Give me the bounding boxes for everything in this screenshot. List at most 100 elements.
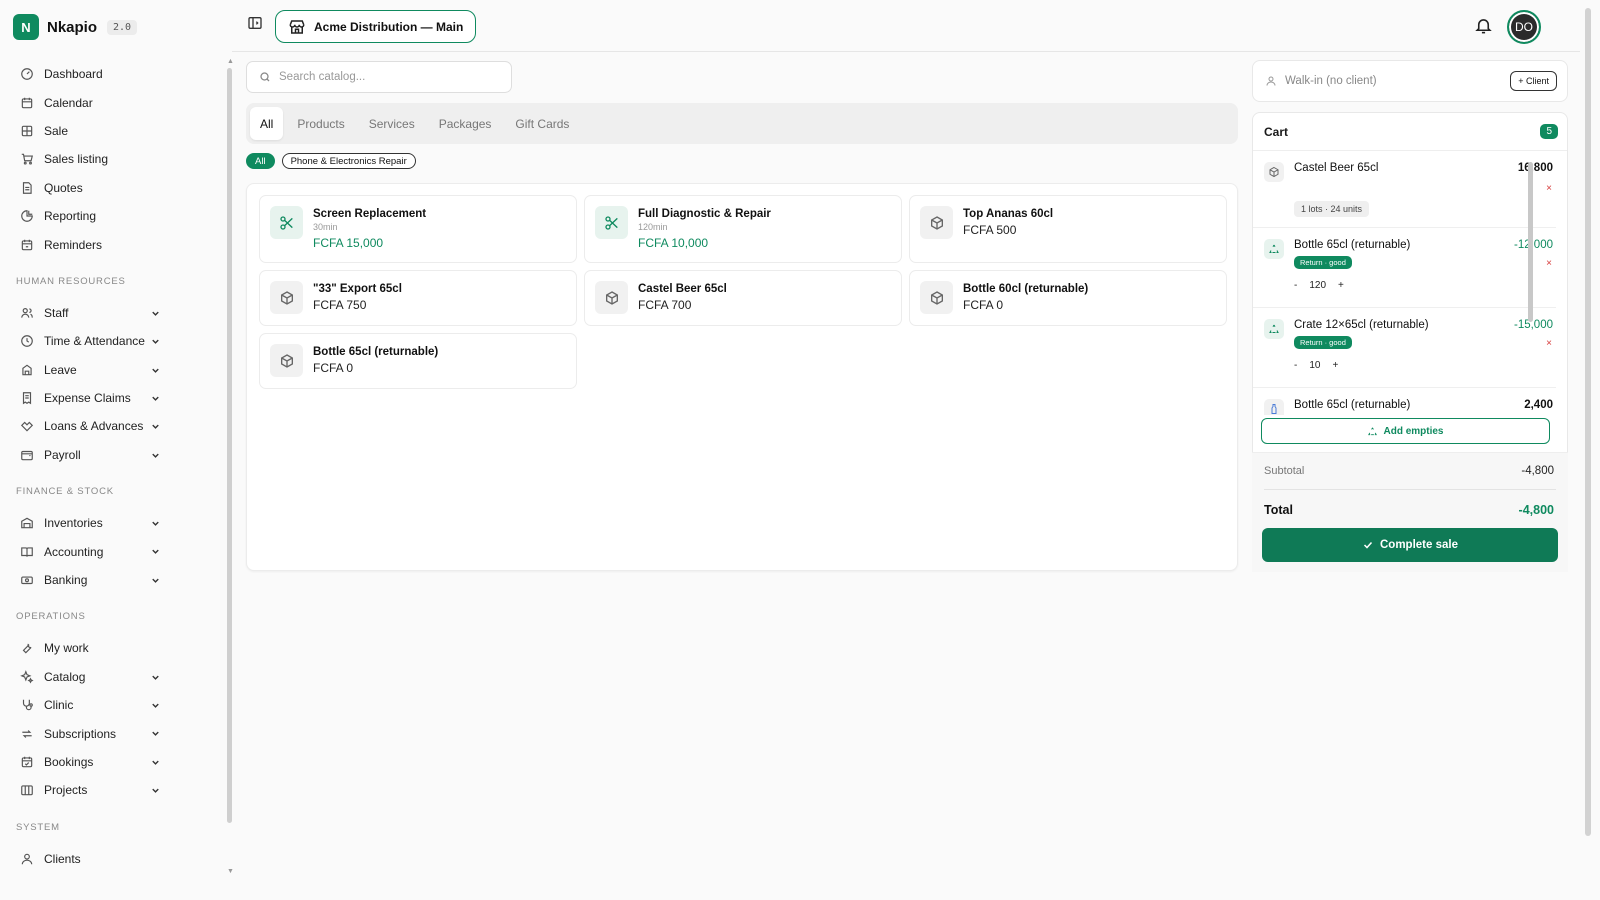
sidebar-item-label: Sales listing [44, 152, 109, 167]
tab-all[interactable]: All [250, 107, 284, 140]
sidebar-item-label: Staff [44, 305, 69, 320]
chevron-down-icon[interactable] [150, 757, 161, 768]
sidebar-item-calendar[interactable]: Calendar [0, 88, 230, 116]
chevron-down-icon[interactable] [150, 728, 161, 739]
chip-all[interactable]: All [246, 153, 275, 169]
sidebar-item-reminders[interactable]: Reminders [0, 230, 230, 258]
add-empties-button[interactable]: Add empties [1261, 418, 1550, 444]
sidebar-item-clinic[interactable]: Clinic [0, 691, 230, 719]
chevron-down-icon[interactable] [150, 450, 161, 461]
tab-products[interactable]: Products [287, 107, 354, 140]
branch-selector[interactable]: Acme Distribution — Main [275, 10, 477, 43]
page-scrollbar[interactable] [1582, 0, 1594, 900]
sidebar-item-inventories[interactable]: Inventories [0, 509, 230, 537]
chevron-down-icon[interactable] [150, 393, 161, 404]
sidebar-item-bookings[interactable]: Bookings [0, 748, 230, 776]
scrollbar-thumb[interactable] [227, 68, 232, 823]
clock-icon [21, 335, 33, 348]
scroll-down-arrow[interactable]: ▼ [227, 868, 234, 875]
search-input[interactable] [279, 71, 499, 83]
chevron-down-icon[interactable] [150, 421, 161, 432]
package-icon [270, 281, 303, 314]
cart-item: Bottle 65cl (returnable) 2,400 [1253, 388, 1556, 415]
sidebar-item-staff[interactable]: Staff [0, 299, 230, 327]
add-client-button[interactable]: + Client [1510, 71, 1557, 91]
scrollbar-thumb[interactable] [1528, 162, 1533, 322]
catalog-card[interactable]: Top Ananas 60cl FCFA 500 [909, 195, 1227, 263]
return-condition-badge[interactable]: Return · good [1294, 256, 1352, 269]
sidebar-item-banking[interactable]: Banking [0, 566, 230, 594]
catalog-card[interactable]: Bottle 65cl (returnable) FCFA 0 [259, 333, 577, 389]
increment-button[interactable]: + [1332, 360, 1338, 371]
quantity-value[interactable]: 120 [1309, 280, 1326, 291]
cart-items: Castel Beer 65cl 16,800 × 1 lots · 24 un… [1253, 151, 1556, 415]
catalog-card[interactable]: "33" Export 65cl FCFA 750 [259, 270, 577, 326]
sparkles-icon [20, 670, 34, 684]
chevron-down-icon[interactable] [150, 308, 161, 319]
chevron-down-icon[interactable] [150, 518, 161, 529]
catalog-card[interactable]: Screen Replacement 30min FCFA 15,000 [259, 195, 577, 263]
sidebar-item-dashboard[interactable]: Dashboard [0, 60, 230, 88]
avatar[interactable]: DO [1507, 10, 1541, 44]
sidebar-item-time-attendance[interactable]: Time & Attendance [0, 327, 230, 355]
remove-item-button[interactable]: × [1546, 183, 1552, 194]
catalog-tabs: All Products Services Packages Gift Card… [246, 103, 1238, 144]
tab-packages[interactable]: Packages [429, 107, 502, 140]
catalog-card[interactable]: Full Diagnostic & Repair 120min FCFA 10,… [584, 195, 902, 263]
catalog-search[interactable] [246, 61, 512, 93]
bell-icon[interactable] [1474, 16, 1493, 35]
client-selector[interactable]: Walk-in (no client) + Client [1252, 60, 1568, 102]
tab-gift-cards[interactable]: Gift Cards [505, 107, 579, 140]
user-icon [21, 853, 33, 865]
decrement-button[interactable]: - [1294, 360, 1297, 371]
sidebar-scrollbar[interactable] [226, 58, 232, 838]
calendar-icon [21, 97, 33, 108]
return-condition-badge[interactable]: Return · good [1294, 336, 1352, 349]
sidebar-item-my-work[interactable]: My work [0, 634, 230, 662]
sidebar-item-accounting[interactable]: Accounting [0, 537, 230, 565]
calendar-bell-icon [21, 239, 33, 250]
sidebar-item-sale[interactable]: Sale [0, 117, 230, 145]
chevron-down-icon[interactable] [150, 672, 161, 683]
sidebar-item-catalog[interactable]: Catalog [0, 663, 230, 691]
chevron-down-icon[interactable] [150, 546, 161, 557]
sidebar-item-expense-claims[interactable]: Expense Claims [0, 384, 230, 412]
increment-button[interactable]: + [1338, 280, 1344, 291]
sidebar-toggle-icon[interactable] [247, 15, 263, 31]
sidebar-item-label: Accounting [44, 544, 104, 559]
version-badge: 2.0 [107, 19, 138, 35]
receipt-icon [22, 392, 32, 405]
sidebar-item-quotes[interactable]: Quotes [0, 174, 230, 202]
item-price: FCFA 0 [313, 361, 354, 375]
chevron-down-icon[interactable] [150, 336, 161, 347]
sidebar-item-projects[interactable]: Projects [0, 776, 230, 804]
cart-item: Bottle 65cl (returnable) -12,000 Return … [1253, 228, 1556, 308]
remove-item-button[interactable]: × [1546, 258, 1552, 269]
chevron-down-icon[interactable] [150, 700, 161, 711]
sidebar-item-loans-advances[interactable]: Loans & Advances [0, 412, 230, 440]
remove-item-button[interactable]: × [1546, 338, 1552, 349]
decrement-button[interactable]: - [1294, 280, 1297, 291]
sidebar-item-reporting[interactable]: Reporting [0, 202, 230, 230]
sidebar-item-clients[interactable]: Clients [0, 845, 230, 873]
lots-units-badge[interactable]: 1 lots · 24 units [1294, 201, 1370, 217]
chevron-down-icon[interactable] [150, 365, 161, 376]
catalog-card[interactable]: Bottle 60cl (returnable) FCFA 0 [909, 270, 1227, 326]
cart-scrollbar[interactable] [1526, 152, 1534, 410]
chip-phone-electronics-repair[interactable]: Phone & Electronics Repair [281, 153, 416, 169]
chevron-down-icon[interactable] [150, 575, 161, 586]
brand[interactable]: N Nkapio 2.0 [13, 14, 138, 40]
complete-sale-button[interactable]: Complete sale [1262, 528, 1558, 562]
item-duration: 120min [638, 222, 668, 232]
sidebar-item-sales-listing[interactable]: Sales listing [0, 145, 230, 173]
complete-sale-label: Complete sale [1380, 539, 1458, 551]
tab-services[interactable]: Services [359, 107, 425, 140]
catalog-card[interactable]: Castel Beer 65cl FCFA 700 [584, 270, 902, 326]
quantity-value[interactable]: 10 [1309, 360, 1320, 371]
cart-item-amount: 16,800 [1517, 162, 1553, 174]
scrollbar-thumb[interactable] [1585, 8, 1591, 836]
sidebar-item-leave[interactable]: Leave [0, 356, 230, 384]
chevron-down-icon[interactable] [150, 785, 161, 796]
sidebar-item-payroll[interactable]: Payroll [0, 441, 230, 469]
sidebar-item-subscriptions[interactable]: Subscriptions [0, 719, 230, 747]
